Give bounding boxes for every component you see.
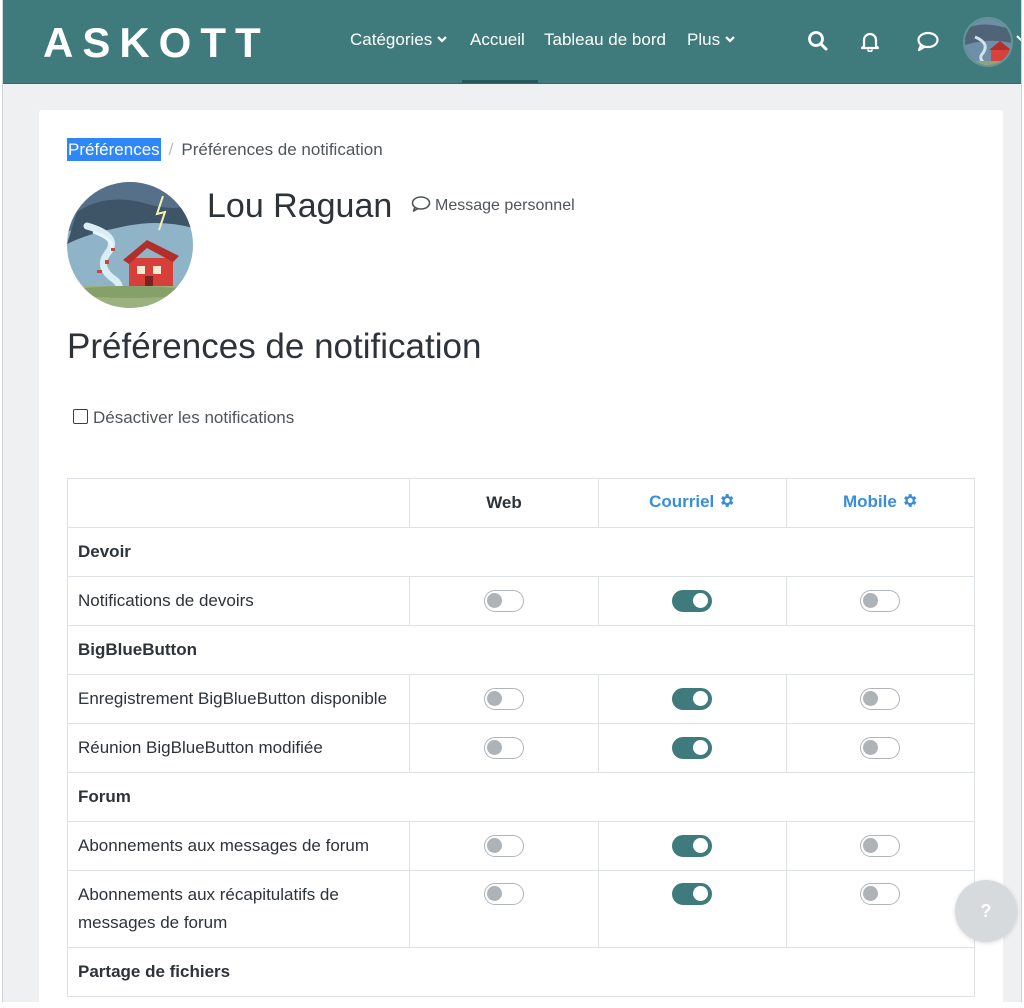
breadcrumb-preferences-link[interactable]: Préférences [67, 138, 161, 161]
nav-categories[interactable]: Catégories [350, 28, 448, 52]
preference-label: Abonnements aux récapitulatifs de messag… [66, 870, 411, 948]
preference-label: Notifications de devoirs [66, 576, 411, 626]
header-empty-cell [66, 478, 411, 528]
notification-preferences-table: Web Courriel Mobile Devoir Notifications… [66, 478, 976, 997]
messages-icon[interactable] [916, 30, 940, 57]
checkbox-box[interactable] [73, 409, 88, 424]
help-button[interactable]: ? [955, 880, 1017, 942]
web-toggle[interactable] [483, 688, 524, 710]
breadcrumb-separator: / [168, 140, 174, 159]
table-body: Devoir Notifications de devoirs BigBlueB… [66, 527, 976, 997]
user-full-name: Lou Raguan [207, 187, 393, 225]
header-email[interactable]: Courriel [597, 478, 787, 528]
preference-label: Enregistrement BigBlueButton disponible [66, 674, 411, 724]
header-web: Web [409, 478, 599, 528]
web-toggle[interactable] [483, 883, 524, 905]
chevron-down-icon[interactable] [1016, 30, 1021, 46]
preference-row: Abonnements aux messages de forum [66, 821, 976, 871]
preference-label: Abonnements aux messages de forum [66, 821, 411, 871]
header-mobile-label: Mobile [842, 492, 897, 511]
preference-row: Notifications de devoirs [66, 576, 976, 626]
disable-notifications-checkbox[interactable]: Désactiver les notifications [73, 406, 294, 430]
nav-more-label: Plus [687, 30, 721, 49]
nav-more[interactable]: Plus [687, 28, 736, 52]
email-toggle[interactable] [672, 688, 713, 710]
group-row: BigBlueButton [67, 625, 975, 675]
site-logo[interactable]: ASKOTT [43, 18, 270, 68]
email-toggle[interactable] [672, 590, 713, 612]
preference-row: Abonnements aux récapitulatifs de messag… [66, 870, 976, 948]
group-row: Devoir [67, 527, 975, 577]
email-toggle[interactable] [672, 883, 713, 905]
group-name: Devoir [67, 527, 975, 577]
web-toggle[interactable] [483, 835, 524, 857]
app-window: ASKOTT Catégories Accueil Tableau de bor… [2, 0, 1022, 1002]
notifications-bell-icon[interactable] [859, 30, 881, 57]
top-navbar: ASKOTT Catégories Accueil Tableau de bor… [3, 0, 1021, 84]
page-title: Préférences de notification [67, 327, 482, 366]
email-toggle[interactable] [672, 835, 713, 857]
preference-row: Réunion BigBlueButton modifiée [66, 723, 976, 773]
group-name: BigBlueButton [67, 625, 975, 675]
speech-bubble-icon [411, 196, 431, 212]
gear-icon[interactable] [718, 492, 735, 514]
group-name: Forum [67, 772, 975, 822]
mobile-toggle[interactable] [860, 590, 901, 612]
group-row: Partage de fichiers [67, 947, 975, 997]
email-toggle[interactable] [672, 737, 713, 759]
table-header-row: Web Courriel Mobile [66, 478, 976, 528]
chevron-down-icon [437, 36, 447, 43]
group-name: Partage de fichiers [67, 947, 975, 997]
nav-active-indicator [462, 80, 538, 83]
header-email-label: Courriel [649, 492, 715, 511]
mobile-toggle[interactable] [860, 688, 901, 710]
preference-row: Enregistrement BigBlueButton disponible [66, 674, 976, 724]
personal-message-label: Message personnel [435, 197, 575, 214]
main-content-card: Préférences / Préférences de notification [39, 110, 1003, 1002]
user-profile-picture[interactable] [67, 182, 193, 308]
mobile-toggle[interactable] [860, 737, 901, 759]
mobile-toggle[interactable] [860, 883, 901, 905]
group-row: Forum [67, 772, 975, 822]
search-icon[interactable] [807, 30, 829, 57]
disable-notifications-label: Désactiver les notifications [93, 408, 295, 427]
header-mobile[interactable]: Mobile [785, 478, 976, 528]
preference-label: Réunion BigBlueButton modifiée [66, 723, 411, 773]
user-menu-avatar[interactable] [963, 17, 1013, 67]
breadcrumb: Préférences / Préférences de notification [67, 136, 383, 164]
personal-message-link[interactable]: Message personnel [411, 195, 575, 217]
breadcrumb-current: Préférences de notification [181, 140, 383, 159]
mobile-toggle[interactable] [860, 835, 901, 857]
nav-home[interactable]: Accueil [470, 28, 525, 52]
web-toggle[interactable] [483, 737, 524, 759]
gear-icon[interactable] [901, 492, 918, 514]
chevron-down-icon [725, 36, 735, 43]
nav-categories-label: Catégories [350, 30, 433, 49]
nav-dashboard[interactable]: Tableau de bord [544, 28, 666, 52]
header-web-label: Web [486, 493, 522, 512]
web-toggle[interactable] [483, 590, 524, 612]
